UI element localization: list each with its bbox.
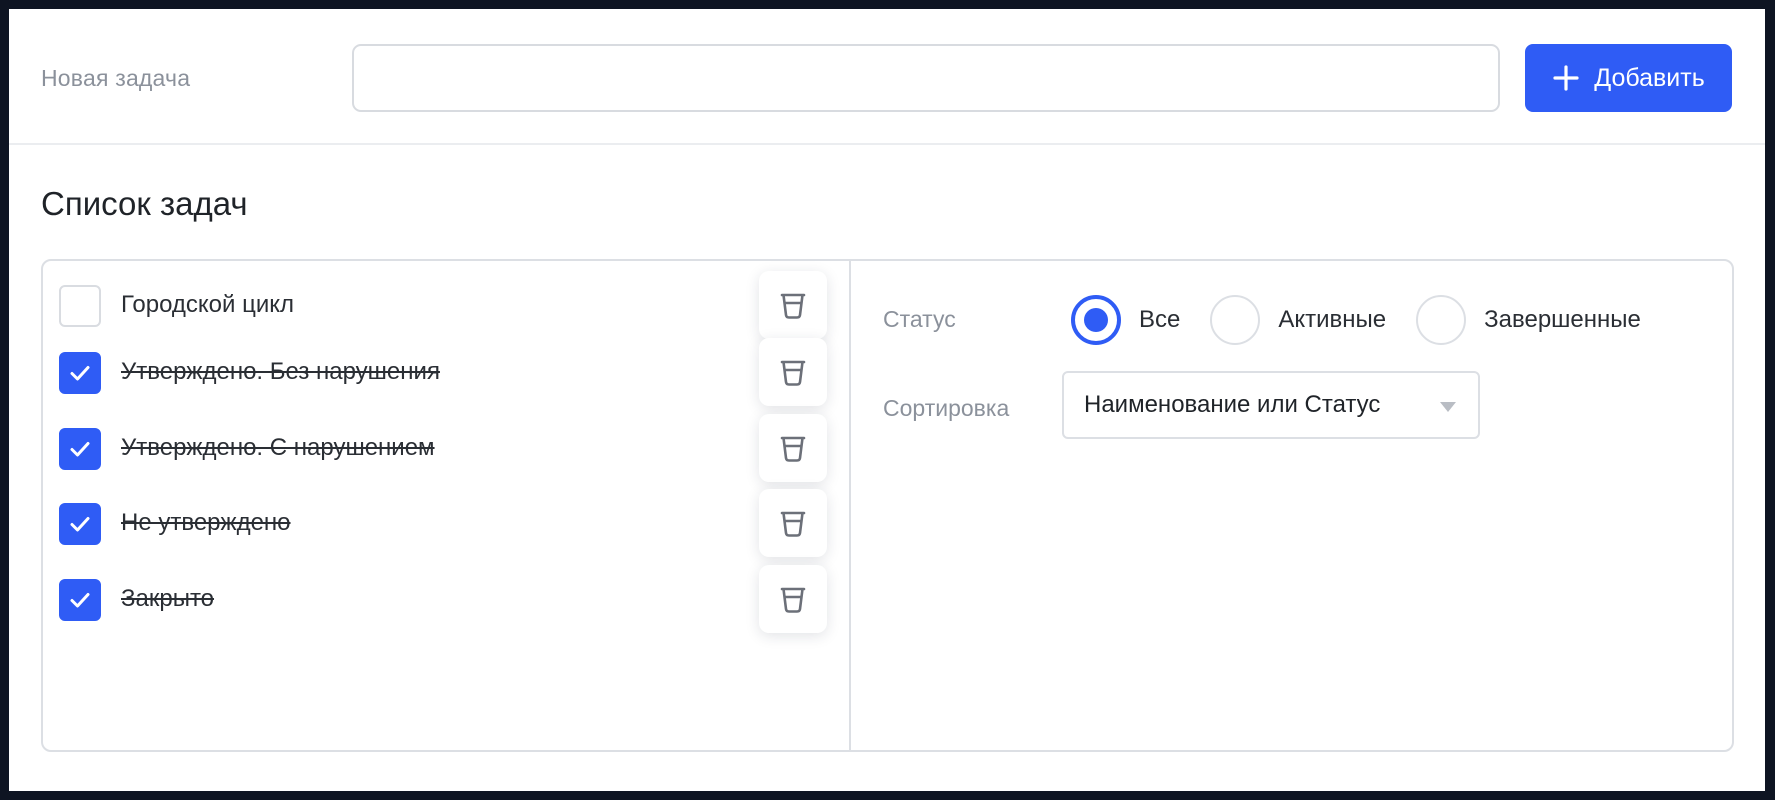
task-checkbox[interactable] xyxy=(59,285,101,327)
status-option-completed[interactable]: Завершенные xyxy=(1416,295,1641,345)
add-task-button[interactable]: Добавить xyxy=(1525,44,1732,112)
check-icon xyxy=(70,442,90,457)
sort-selected-value: Наименование или Статус xyxy=(1084,391,1381,418)
task-panel: Городской цикл Утверждено. Без нарушения xyxy=(41,259,1734,752)
check-icon xyxy=(70,517,90,532)
task-list: Городской цикл Утверждено. Без нарушения xyxy=(43,261,849,750)
new-task-label: Новая задача xyxy=(41,65,191,91)
task-checkbox[interactable] xyxy=(59,503,101,545)
sort-label: Сортировка xyxy=(883,395,1010,421)
plus-icon xyxy=(1552,64,1580,92)
task-row: Городской цикл xyxy=(59,271,827,339)
delete-task-button[interactable] xyxy=(759,338,827,406)
task-label: Не утверждено xyxy=(121,509,291,536)
task-checkbox[interactable] xyxy=(59,579,101,621)
task-checkbox[interactable] xyxy=(59,428,101,470)
check-icon xyxy=(70,366,90,381)
trash-icon xyxy=(780,293,806,319)
radio-label: Все xyxy=(1139,306,1181,333)
status-radio-group: Все Активные Завершенные xyxy=(1071,295,1671,345)
trash-icon xyxy=(780,511,806,537)
add-button-label: Добавить xyxy=(1594,63,1705,92)
filters-pane: Статус Все Активные Завершенные Сортиров… xyxy=(851,261,1732,750)
radio-dot xyxy=(1084,308,1108,332)
task-row: Утверждено. Без нарушения xyxy=(59,338,827,406)
task-label: Утверждено. С нарушением xyxy=(121,434,435,461)
radio-button[interactable] xyxy=(1416,295,1467,345)
sort-select[interactable]: Наименование или Статус xyxy=(1062,371,1480,439)
trash-icon xyxy=(780,587,806,613)
task-row: Не утверждено xyxy=(59,489,827,557)
task-label: Утверждено. Без нарушения xyxy=(121,358,440,385)
radio-label: Завершенные xyxy=(1484,306,1641,333)
task-row: Утверждено. С нарушением xyxy=(59,414,827,482)
trash-icon xyxy=(780,436,806,462)
task-row: Закрыто xyxy=(59,565,827,633)
radio-button[interactable] xyxy=(1071,295,1121,345)
delete-task-button[interactable] xyxy=(759,489,827,557)
task-list-title: Список задач xyxy=(41,185,248,222)
status-option-active[interactable]: Активные xyxy=(1210,295,1386,345)
delete-task-button[interactable] xyxy=(759,565,827,633)
todo-app: Новая задача Добавить Список задач Город… xyxy=(9,9,1765,791)
new-task-bar: Новая задача Добавить xyxy=(9,9,1765,145)
check-icon xyxy=(70,593,90,608)
trash-icon xyxy=(780,360,806,386)
task-label: Городской цикл xyxy=(121,291,295,318)
status-filter-label: Статус xyxy=(883,306,956,332)
task-checkbox[interactable] xyxy=(59,352,101,394)
delete-task-button[interactable] xyxy=(759,414,827,482)
status-option-all[interactable]: Все xyxy=(1071,295,1180,345)
task-label: Закрыто xyxy=(121,585,215,612)
new-task-input[interactable] xyxy=(352,44,1500,112)
delete-task-button[interactable] xyxy=(759,271,827,339)
radio-button[interactable] xyxy=(1210,295,1261,345)
radio-label: Активные xyxy=(1278,306,1387,333)
caret-down-icon xyxy=(1440,402,1456,412)
